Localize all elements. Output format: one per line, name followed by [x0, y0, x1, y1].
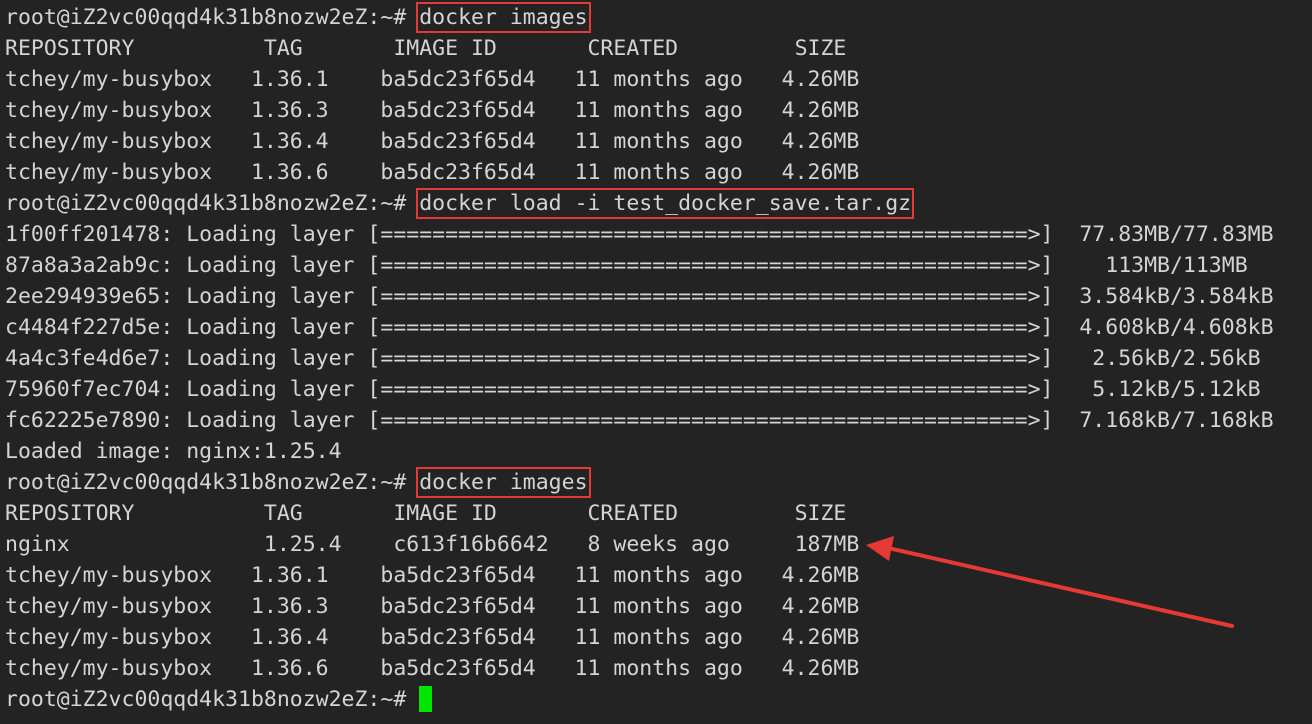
prompt: root@iZ2vc00qqd4k31b8nozw2eZ:~# [5, 470, 407, 495]
image-row: tchey/my-busybox 1.36.6 ba5dc23f65d4 11 … [5, 656, 860, 681]
layer-progress-line: 1f00ff201478: Loading layer [===========… [5, 222, 1274, 247]
image-row: tchey/my-busybox 1.36.4 ba5dc23f65d4 11 … [5, 625, 860, 650]
table-header: REPOSITORY TAG IMAGE ID CREATED SIZE [5, 36, 847, 61]
image-row: tchey/my-busybox 1.36.1 ba5dc23f65d4 11 … [5, 67, 860, 92]
prompt: root@iZ2vc00qqd4k31b8nozw2eZ:~# [5, 5, 407, 30]
terminal-output: root@iZ2vc00qqd4k31b8nozw2eZ:~# docker i… [5, 2, 1305, 715]
prompt: root@iZ2vc00qqd4k31b8nozw2eZ:~# [5, 687, 407, 712]
layer-progress-line: 87a8a3a2ab9c: Loading layer [===========… [5, 253, 1248, 278]
text-cursor[interactable] [419, 686, 433, 712]
image-row: tchey/my-busybox 1.36.4 ba5dc23f65d4 11 … [5, 129, 860, 154]
image-row: tchey/my-busybox 1.36.3 ba5dc23f65d4 11 … [5, 594, 860, 619]
layer-progress-line: c4484f227d5e: Loading layer [===========… [5, 315, 1274, 340]
layer-progress-line: 2ee294939e65: Loading layer [===========… [5, 284, 1274, 309]
command-docker-load: docker load -i test_docker_save.tar.gz [416, 188, 915, 219]
active-prompt-line[interactable]: root@iZ2vc00qqd4k31b8nozw2eZ:~# [5, 684, 1305, 715]
command-docker-images: docker images [416, 467, 591, 498]
image-row: tchey/my-busybox 1.36.1 ba5dc23f65d4 11 … [5, 563, 860, 588]
layer-progress-line: 75960f7ec704: Loading layer [===========… [5, 377, 1261, 402]
prompt-line: root@iZ2vc00qqd4k31b8nozw2eZ:~# docker i… [5, 2, 1305, 33]
command-docker-images: docker images [416, 2, 591, 33]
table-header: REPOSITORY TAG IMAGE ID CREATED SIZE [5, 501, 847, 526]
layer-progress-line: 4a4c3fe4d6e7: Loading layer [===========… [5, 346, 1261, 371]
prompt: root@iZ2vc00qqd4k31b8nozw2eZ:~# [5, 191, 407, 216]
image-row-nginx: nginx 1.25.4 c613f16b6642 8 weeks ago 18… [5, 532, 860, 557]
prompt-line: root@iZ2vc00qqd4k31b8nozw2eZ:~# docker i… [5, 467, 1305, 498]
prompt-line: root@iZ2vc00qqd4k31b8nozw2eZ:~# docker l… [5, 188, 1305, 219]
image-row: tchey/my-busybox 1.36.3 ba5dc23f65d4 11 … [5, 98, 860, 123]
layer-progress-line: fc62225e7890: Loading layer [===========… [5, 408, 1274, 433]
loaded-image-message: Loaded image: nginx:1.25.4 [5, 439, 342, 464]
image-row: tchey/my-busybox 1.36.6 ba5dc23f65d4 11 … [5, 160, 860, 185]
